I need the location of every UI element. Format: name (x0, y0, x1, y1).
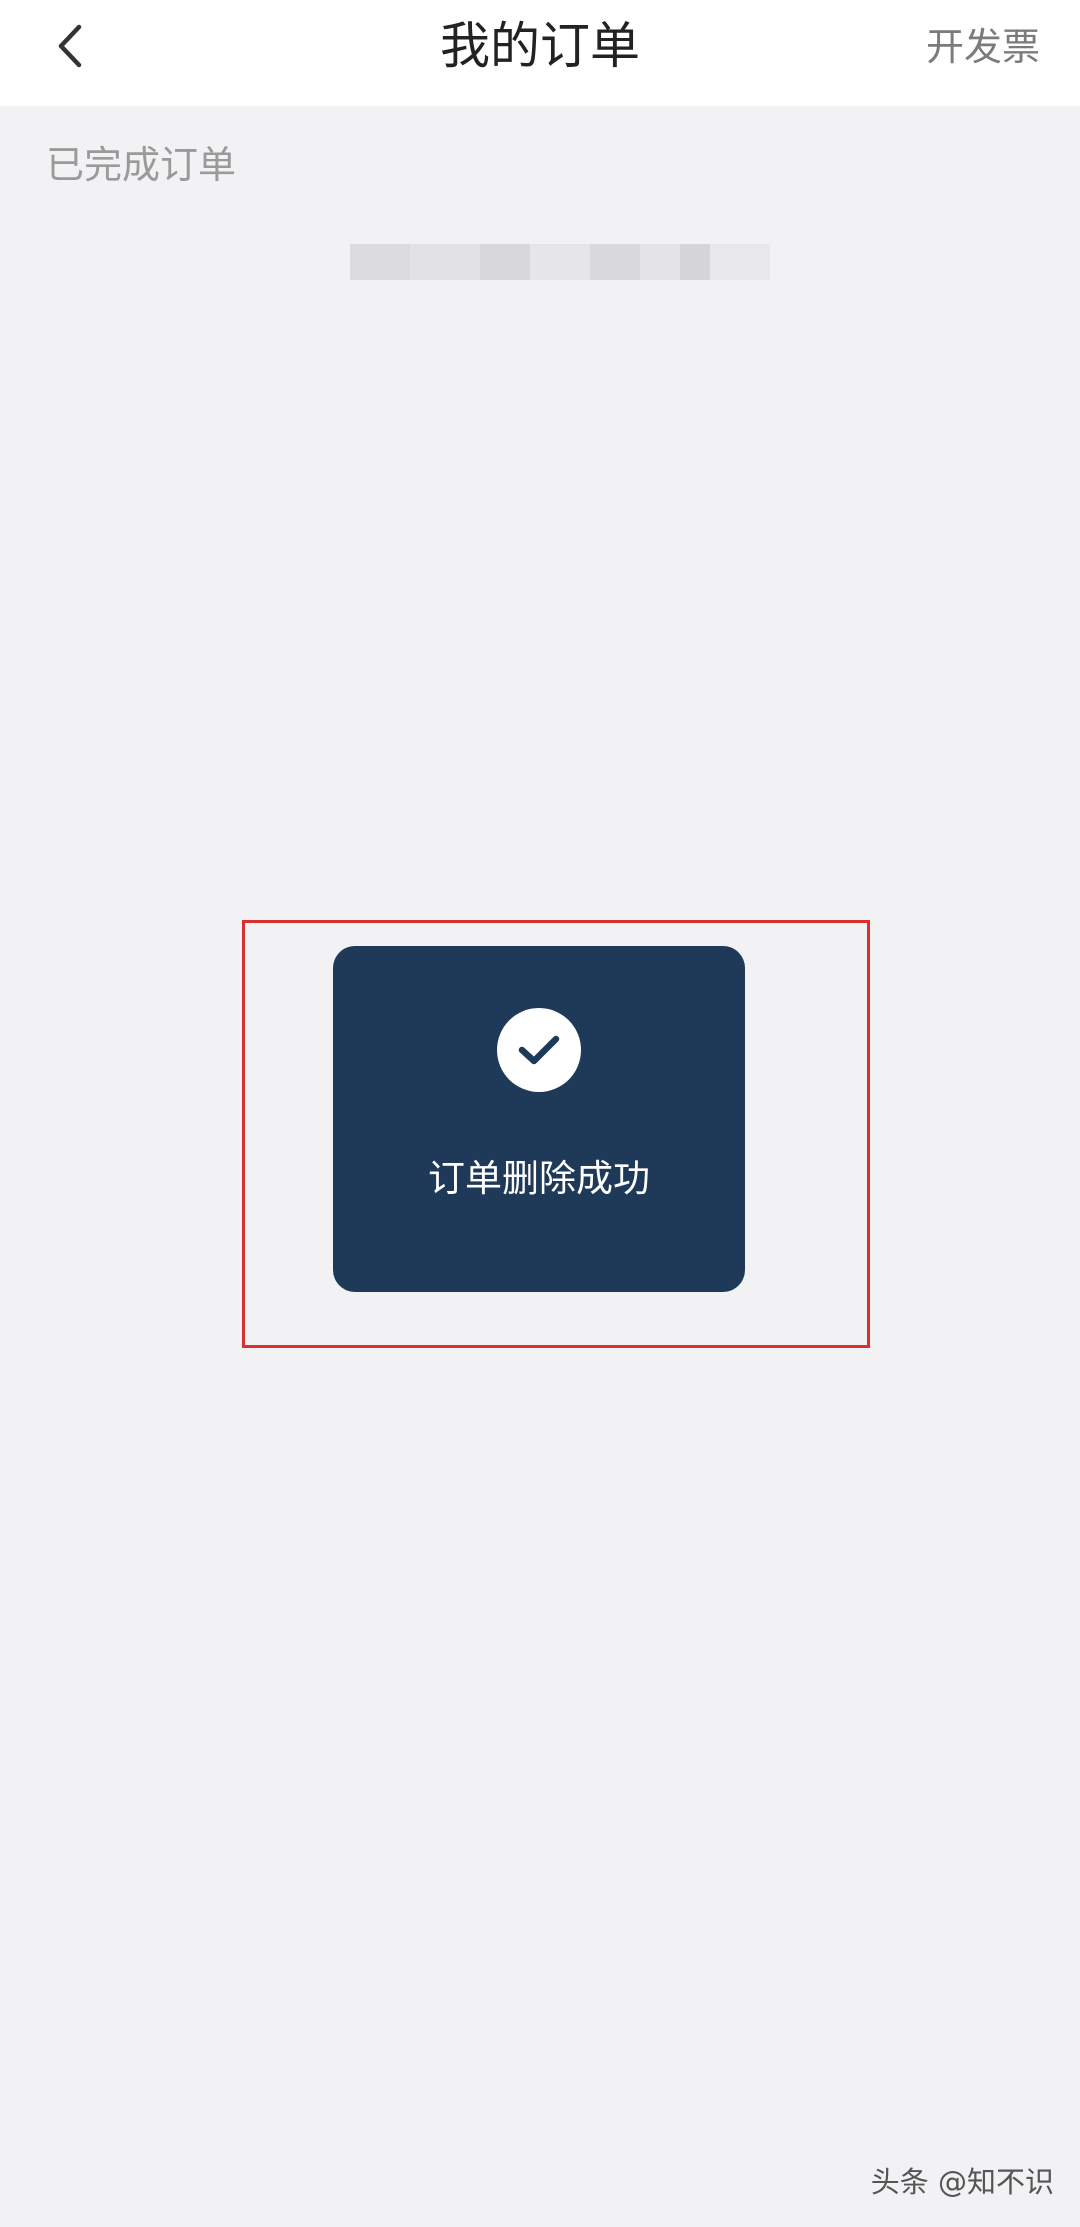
toast-message: 订单删除成功 (428, 1157, 650, 1200)
navigation-bar: 我的订单 开发票 (0, 0, 1080, 106)
watermark: 头条 @知不识 (870, 2165, 1054, 2199)
page-title: 我的订单 (440, 17, 640, 75)
issue-invoice-button[interactable]: 开发票 (926, 20, 1040, 74)
success-toast: 订单删除成功 (333, 946, 745, 1292)
completed-orders-label: 已完成订单 (46, 143, 237, 187)
check-circle-icon (497, 1008, 581, 1092)
blurred-content (350, 244, 770, 280)
